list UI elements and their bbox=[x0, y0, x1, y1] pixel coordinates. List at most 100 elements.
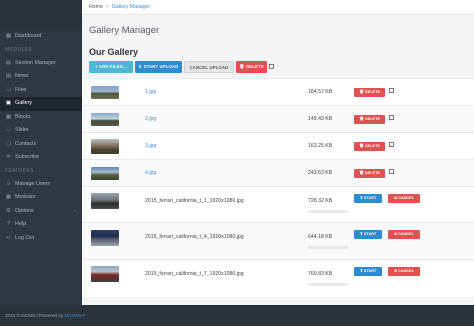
select-all-checkbox[interactable] bbox=[269, 64, 274, 69]
sidebar-item-section-manager[interactable]: ▤ Section Manager bbox=[0, 57, 82, 71]
pending-file-name: 2015_ferrari_california_t_7_1920x1080.jp… bbox=[145, 271, 244, 277]
start-file-button[interactable]: ⬆ START bbox=[354, 194, 382, 203]
sidebar-item-help[interactable]: ? Help bbox=[0, 218, 82, 232]
table-row: 2.jpg 149.43 KB 🗑 DELETE bbox=[82, 105, 474, 132]
breadcrumb: Home > Gallery Manager bbox=[82, 0, 474, 15]
sidebar-item-slider[interactable]: □ Slider bbox=[0, 124, 82, 138]
sidebar-item-modules[interactable]: ▦ Modules bbox=[0, 191, 82, 205]
image-thumbnail[interactable] bbox=[91, 139, 119, 154]
table-row: 3.jpg 163.25 KB 🗑 DELETE bbox=[82, 132, 474, 159]
sidebar-brand bbox=[0, 0, 82, 30]
image-thumbnail[interactable] bbox=[91, 167, 119, 180]
subscribe-icon: ✉ bbox=[6, 154, 11, 160]
file-size: 163.25 KB bbox=[308, 143, 333, 149]
sidebar-item-label: Slider bbox=[15, 127, 29, 133]
delete-file-button[interactable]: 🗑 DELETE bbox=[354, 115, 385, 124]
row-checkbox[interactable] bbox=[389, 88, 394, 93]
upload-progress-bar bbox=[308, 246, 348, 249]
cancel-upload-button[interactable]: CANCEL UPLOAD bbox=[184, 61, 234, 73]
gallery-icon: ▣ bbox=[5, 100, 12, 106]
start-upload-button[interactable]: ⬆ START UPLOAD bbox=[135, 61, 182, 73]
file-size: 728.32 KB bbox=[308, 198, 333, 204]
cancel-file-button[interactable]: ⊘ CANCEL bbox=[388, 230, 420, 239]
delete-file-button[interactable]: 🗑 DELETE bbox=[354, 169, 385, 178]
sidebar-item-dashboard[interactable]: ▦ Dashboard bbox=[0, 30, 82, 44]
sidebar-item-contacts[interactable]: ▢ Contacts bbox=[0, 138, 82, 152]
chevron-left-icon: ‹ bbox=[74, 207, 76, 214]
dashboard-icon: ▦ bbox=[5, 33, 12, 39]
sidebar-item-options[interactable]: ⚙ Options ‹ bbox=[0, 205, 82, 219]
sidebar-item-manage-users[interactable]: ☺ Manage Users bbox=[0, 178, 82, 192]
sidebar-item-news[interactable]: ▤ News bbox=[0, 70, 82, 84]
table-row: 1.jpg 184.57 KB 🗑 DELETE bbox=[82, 78, 474, 105]
sidebar: ▦ Dashboard MODULES ▤ Section Manager ▤ … bbox=[0, 0, 82, 305]
sidebar-item-label: Contacts bbox=[15, 140, 37, 147]
start-file-button[interactable]: ⬆ START bbox=[354, 267, 382, 276]
sidebar-item-label: Log Out bbox=[15, 234, 35, 241]
blocks-icon: ▦ bbox=[5, 113, 12, 120]
pending-file-name: 2015_ferrari_california_t_4_1920x1080.jp… bbox=[145, 234, 244, 240]
cancel-file-button[interactable]: ⊘ CANCEL bbox=[388, 194, 420, 203]
options-icon: ⚙ bbox=[6, 207, 11, 214]
upload-progress-bar bbox=[308, 210, 348, 213]
breadcrumb-current[interactable]: Gallery Manager bbox=[112, 4, 150, 10]
sidebar-item-log-out[interactable]: ↵ Log Out bbox=[0, 232, 82, 246]
table-row: 4.jpg 243.63 KB 🗑 DELETE bbox=[82, 159, 474, 186]
delete-file-button[interactable]: 🗑 DELETE bbox=[354, 142, 385, 151]
footer: 2016 © mCMS | Powered by MicroMVP bbox=[0, 305, 474, 326]
image-thumbnail bbox=[91, 230, 119, 246]
file-size: 184.57 KB bbox=[308, 89, 333, 95]
sidebar-item-gallery[interactable]: ▣ Gallery bbox=[0, 97, 82, 111]
file-size: 769.83 KB bbox=[308, 271, 333, 277]
sidebar-item-label: Modules bbox=[15, 194, 36, 200]
add-files-button[interactable]: + ADD FILES... bbox=[89, 61, 133, 73]
file-name-link[interactable]: 3.jpg bbox=[145, 143, 156, 149]
page-title: Gallery Manager bbox=[89, 25, 160, 36]
row-checkbox[interactable] bbox=[389, 142, 394, 147]
sidebar-section-features: FEATURES bbox=[5, 167, 34, 174]
sidebar-section-modules: MODULES bbox=[5, 46, 32, 53]
sidebar-item-label: Blocks bbox=[15, 113, 31, 120]
file-name-link[interactable]: 2.jpg bbox=[145, 116, 156, 122]
breadcrumb-home[interactable]: Home bbox=[89, 4, 103, 10]
pending-upload-row: 2015_ferrari_california_t_4_1920x1080.jp… bbox=[82, 222, 474, 259]
start-file-button[interactable]: ⬆ START bbox=[354, 230, 382, 239]
slider-icon: □ bbox=[6, 127, 11, 133]
file-size: 243.63 KB bbox=[308, 170, 333, 176]
section-manager-icon: ▤ bbox=[5, 59, 12, 66]
footer-link[interactable]: MicroMVP bbox=[64, 313, 85, 318]
delete-file-button[interactable]: 🗑 DELETE bbox=[354, 88, 385, 97]
sidebar-item-files[interactable]: □ Files bbox=[0, 84, 82, 98]
sidebar-item-label: Help bbox=[15, 221, 27, 227]
file-name-link[interactable]: 4.jpg bbox=[145, 170, 156, 176]
cancel-file-button[interactable]: ⊘ CANCEL bbox=[388, 267, 420, 276]
row-checkbox[interactable] bbox=[389, 169, 394, 174]
sidebar-item-subscribe[interactable]: ✉ Subscribe bbox=[0, 151, 82, 165]
sidebar-item-label: Options bbox=[15, 207, 34, 214]
sidebar-item-label: Gallery bbox=[15, 100, 33, 106]
modules-icon: ▦ bbox=[5, 194, 12, 200]
image-thumbnail bbox=[91, 193, 119, 209]
main-content: Home > Gallery Manager Gallery Manager Our… bbox=[82, 0, 474, 305]
pending-file-name: 2015_ferrari_california_t_1_1920x1080.jp… bbox=[145, 198, 244, 204]
delete-button[interactable]: 🗑 DELETE bbox=[236, 61, 267, 73]
app-window: ▦ Dashboard MODULES ▤ Section Manager ▤ … bbox=[0, 0, 474, 326]
file-size: 644.18 KB bbox=[308, 234, 333, 240]
file-table: 1.jpg 184.57 KB 🗑 DELETE 2.jpg 149.43 KB… bbox=[82, 78, 474, 297]
sidebar-item-label: News bbox=[15, 73, 29, 79]
logout-icon: ↵ bbox=[6, 234, 11, 241]
news-icon: ▤ bbox=[5, 73, 12, 79]
image-thumbnail[interactable] bbox=[91, 86, 119, 99]
file-name-link[interactable]: 1.jpg bbox=[145, 89, 156, 95]
image-thumbnail bbox=[91, 266, 119, 282]
sidebar-item-blocks[interactable]: ▦ Blocks bbox=[0, 111, 82, 125]
pending-upload-row: 2015_ferrari_california_t_1_1920x1080.jp… bbox=[82, 186, 474, 222]
breadcrumb-separator: > bbox=[105, 4, 109, 10]
image-thumbnail[interactable] bbox=[91, 113, 119, 126]
sidebar-item-label: Manage Users bbox=[15, 180, 51, 187]
row-checkbox[interactable] bbox=[389, 115, 394, 120]
upload-progress-bar bbox=[308, 283, 348, 286]
pending-upload-row: 2015_ferrari_california_t_7_1920x1080.jp… bbox=[82, 259, 474, 297]
footer-copyright: 2016 © mCMS | Powered by bbox=[5, 313, 64, 318]
users-icon: ☺ bbox=[5, 180, 12, 187]
